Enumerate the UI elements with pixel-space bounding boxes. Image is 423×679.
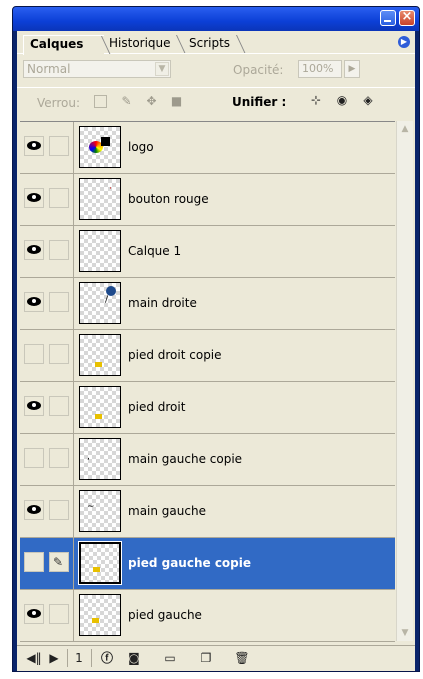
- chevron-down-icon: ▼: [155, 62, 169, 76]
- lock-transparency-icon[interactable]: [94, 95, 107, 108]
- scroll-down-icon[interactable]: ▼: [397, 625, 413, 641]
- layers-palette-window: × Calques Historique Scripts ▶ Normal ▼ …: [12, 6, 420, 672]
- palette-panel: Calques Historique Scripts ▶ Normal ▼ Op…: [17, 31, 415, 671]
- minimize-button[interactable]: [380, 10, 396, 26]
- layer-row[interactable]: , main gauche copie: [20, 434, 395, 486]
- link-toggle[interactable]: [49, 500, 69, 520]
- link-toggle[interactable]: [49, 448, 69, 468]
- layer-row[interactable]: pied droit copie: [20, 330, 395, 382]
- layer-thumbnail: [79, 230, 121, 272]
- layer-row[interactable]: pied gauche: [20, 590, 395, 642]
- blend-options-row: Normal ▼ Opacité: 100% ▶: [17, 57, 415, 83]
- visibility-toggle[interactable]: [24, 188, 44, 208]
- layer-row-selected[interactable]: ✎ pied gauche copie: [20, 538, 395, 590]
- layer-thumbnail: [79, 594, 121, 636]
- next-frame-icon[interactable]: ▶: [47, 650, 61, 666]
- visibility-toggle[interactable]: [24, 604, 44, 624]
- layer-name: main gauche: [128, 504, 206, 518]
- layer-thumbnail: ·: [79, 178, 121, 220]
- layer-thumbnail: [79, 126, 121, 168]
- link-toggle[interactable]: [49, 396, 69, 416]
- lock-move-icon[interactable]: ✥: [145, 95, 158, 108]
- palette-menu-button[interactable]: ▶: [398, 36, 410, 48]
- frame-number: 1: [75, 651, 83, 665]
- layer-thumbnail: [79, 386, 121, 428]
- previous-frame-icon[interactable]: ◀‖: [25, 650, 43, 666]
- layers-list: logo · bouton rouge Calque 1 / main droi…: [20, 121, 395, 642]
- layer-row[interactable]: · bouton rouge: [20, 174, 395, 226]
- layer-name: pied gauche copie: [128, 556, 252, 570]
- layer-name: main gauche copie: [128, 452, 243, 466]
- layer-name: main droite: [128, 296, 197, 310]
- visibility-toggle[interactable]: [24, 344, 44, 364]
- layer-name: pied droit copie: [128, 348, 222, 362]
- layer-thumbnail: [78, 541, 122, 585]
- lock-all-icon[interactable]: ■: [170, 95, 183, 108]
- new-layer-icon[interactable]: ❐: [197, 650, 215, 666]
- layer-name: logo: [128, 140, 154, 154]
- lock-brush-icon[interactable]: ✎: [120, 95, 133, 108]
- layer-row[interactable]: ~ main gauche: [20, 486, 395, 538]
- layer-thumbnail: /: [79, 282, 121, 324]
- link-toggle[interactable]: ✎: [49, 552, 69, 572]
- link-toggle[interactable]: [49, 604, 69, 624]
- tab-bar: Calques Historique Scripts ▶: [17, 31, 415, 55]
- visibility-toggle[interactable]: [24, 396, 44, 416]
- visibility-toggle[interactable]: [24, 500, 44, 520]
- visibility-toggle[interactable]: [24, 552, 44, 572]
- close-button[interactable]: ×: [399, 9, 415, 26]
- eye-icon: [27, 245, 41, 254]
- lock-label: Verrou:: [37, 96, 81, 110]
- layer-thumbnail: ,: [79, 438, 121, 480]
- title-bar[interactable]: ×: [13, 7, 419, 31]
- scroll-up-icon[interactable]: ▲: [397, 121, 413, 137]
- layer-row[interactable]: pied droit: [20, 382, 395, 434]
- layer-name: Calque 1: [128, 244, 182, 258]
- opacity-label: Opacité:: [233, 63, 284, 77]
- layer-row[interactable]: / main droite: [20, 278, 395, 330]
- link-toggle[interactable]: [49, 136, 69, 156]
- layer-name: bouton rouge: [128, 192, 209, 206]
- link-toggle[interactable]: [49, 188, 69, 208]
- eye-icon: [27, 297, 41, 306]
- visibility-toggle[interactable]: [24, 240, 44, 260]
- eye-icon: [27, 141, 41, 150]
- layer-row[interactable]: Calque 1: [20, 226, 395, 278]
- brush-icon: ✎: [53, 555, 64, 569]
- palette-footer: ◀‖ ▶ 1 ⓕ ◙ ▭ ❐ 🗑: [17, 645, 415, 670]
- close-icon: ×: [401, 9, 413, 24]
- eye-icon: [27, 401, 41, 410]
- visibility-toggle[interactable]: [24, 136, 44, 156]
- opacity-slider-button[interactable]: ▶: [344, 60, 360, 78]
- blend-mode-value: Normal: [27, 62, 71, 76]
- link-toggle[interactable]: [49, 344, 69, 364]
- visibility-toggle[interactable]: [24, 448, 44, 468]
- unify-style-icon[interactable]: ◈: [360, 93, 376, 107]
- link-toggle[interactable]: [49, 240, 69, 260]
- layer-mask-icon[interactable]: ◙: [125, 650, 143, 666]
- trash-icon[interactable]: 🗑: [233, 650, 251, 666]
- eye-icon: [27, 609, 41, 618]
- eye-icon: [27, 193, 41, 202]
- layer-name: pied gauche: [128, 608, 202, 622]
- layer-thumbnail: ~: [79, 490, 121, 532]
- unify-visibility-icon[interactable]: ◉: [334, 93, 350, 107]
- link-toggle[interactable]: [49, 292, 69, 312]
- tab-scripts[interactable]: Scripts: [183, 35, 239, 53]
- lock-options-row: Verrou: ✎ ✥ ■ Unifier : ⊹ ◉ ◈: [17, 87, 415, 112]
- layer-row[interactable]: logo: [20, 122, 395, 174]
- layer-name: pied droit: [128, 400, 186, 414]
- tab-calques[interactable]: Calques: [23, 35, 104, 55]
- blend-mode-select[interactable]: Normal ▼: [23, 60, 171, 78]
- visibility-toggle[interactable]: [24, 292, 44, 312]
- eye-icon: [27, 505, 41, 514]
- unify-position-icon[interactable]: ⊹: [308, 93, 324, 107]
- layer-thumbnail: [79, 334, 121, 376]
- unify-label: Unifier :: [232, 95, 287, 109]
- layer-style-icon[interactable]: ⓕ: [97, 650, 117, 666]
- opacity-input[interactable]: 100%: [298, 60, 342, 78]
- layers-scrollbar[interactable]: ▲ ▼: [396, 121, 413, 641]
- new-group-icon[interactable]: ▭: [161, 650, 179, 666]
